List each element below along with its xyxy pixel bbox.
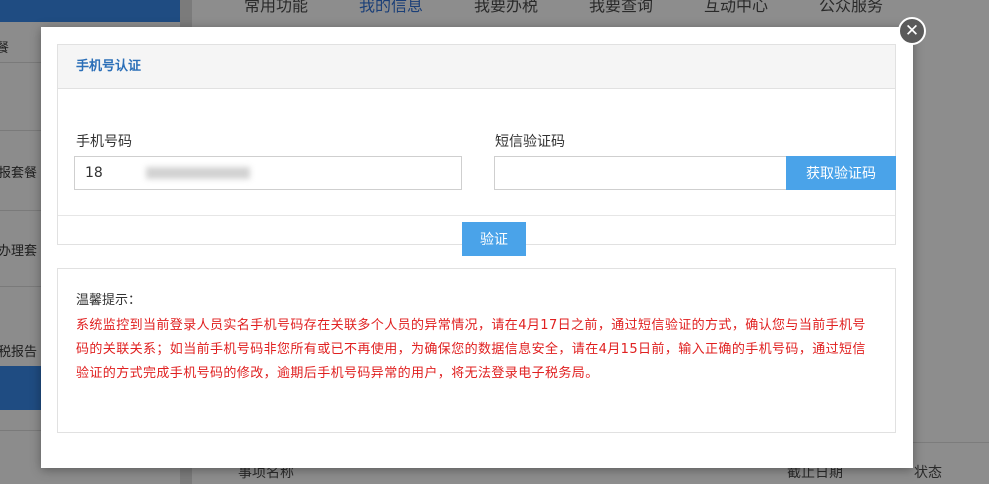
top-nav: 常用功能 我的信息 我要办税 我要查询 互动中心 公众服务 <box>192 0 989 28</box>
notice-text: 系统监控到当前登录人员实名手机号码存在关联多个人员的异常情况，请在4月17日之前… <box>76 318 866 381</box>
sidebar-item[interactable]: 报套餐 <box>0 162 37 181</box>
verify-button[interactable]: 验证 <box>462 222 526 256</box>
phone-verify-panel: 手机号认证 手机号码 短信验证码 获取验证码 验证 <box>57 44 896 256</box>
masked-phone-digits <box>146 167 250 179</box>
nav-tab[interactable]: 常用功能 <box>244 0 308 16</box>
sidebar-item[interactable]: 餐 <box>0 37 9 56</box>
table-header: 状态 <box>914 465 942 481</box>
panel-title: 手机号认证 <box>58 45 895 89</box>
get-sms-code-button[interactable]: 获取验证码 <box>786 156 896 190</box>
phone-input[interactable] <box>74 156 462 190</box>
nav-tab[interactable]: 我要查询 <box>589 0 653 16</box>
sms-code-input[interactable] <box>494 156 787 190</box>
close-icon[interactable]: ✕ <box>898 17 926 45</box>
phone-label: 手机号码 <box>76 134 132 150</box>
notice-title: 温馨提示： <box>76 293 142 308</box>
nav-tab[interactable]: 我要办税 <box>474 0 538 16</box>
sms-code-label: 短信验证码 <box>495 134 565 150</box>
nav-tab[interactable]: 公众服务 <box>819 0 883 16</box>
nav-tab[interactable]: 互动中心 <box>704 0 768 16</box>
panel-divider <box>58 215 895 216</box>
sidebar-item[interactable]: 办理套 <box>0 240 37 259</box>
notice-box: 温馨提示： 系统监控到当前登录人员实名手机号码存在关联多个人员的异常情况，请在4… <box>57 268 896 433</box>
sidebar-item[interactable]: 税报告 <box>0 341 37 360</box>
nav-tab-active[interactable]: 我的信息 <box>359 0 423 16</box>
phone-verify-dialog: 手机号认证 手机号码 短信验证码 获取验证码 验证 温馨提示： 系统监控到当前登… <box>41 27 913 468</box>
